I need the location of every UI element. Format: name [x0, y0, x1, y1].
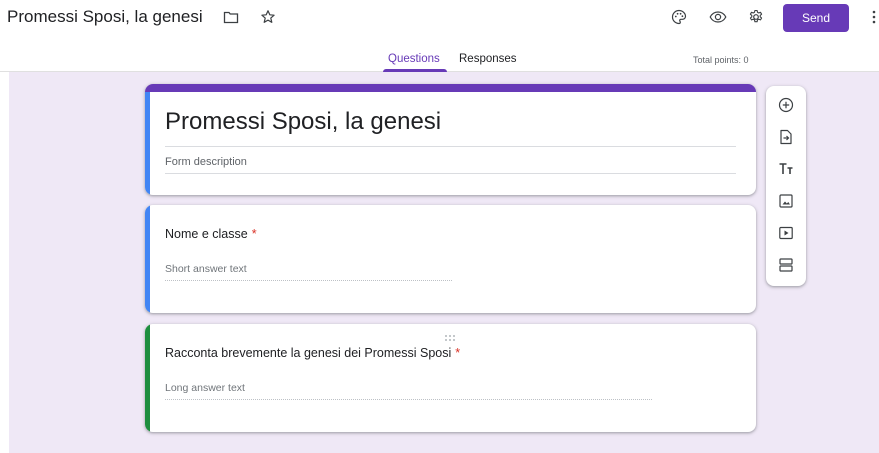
preview-icon[interactable] [708, 7, 728, 27]
total-points: Total points: 0 [693, 55, 749, 65]
card-left-bar [145, 205, 150, 313]
short-answer-hint: Short answer text [165, 263, 247, 275]
question-title: Racconta brevemente la genesi dei Promes… [165, 346, 460, 360]
send-button[interactable]: Send [783, 4, 849, 32]
tab-responses[interactable]: Responses [459, 53, 517, 65]
active-card-left-bar [145, 324, 150, 432]
card-left-bar [145, 92, 150, 195]
question-title: Nome e classe * [165, 227, 257, 241]
add-question-icon[interactable] [776, 95, 796, 115]
description-underline [165, 173, 736, 174]
long-answer-hint: Long answer text [165, 382, 245, 394]
answer-underline [165, 399, 652, 400]
required-asterisk: * [251, 227, 257, 241]
more-vert-icon[interactable] [864, 7, 879, 27]
required-asterisk: * [455, 346, 461, 360]
form-description-field[interactable]: Form description [165, 156, 247, 168]
form-header-card[interactable]: Promessi Sposi, la genesi Form descripti… [145, 84, 756, 195]
add-section-icon[interactable] [776, 255, 796, 275]
add-image-icon[interactable] [776, 191, 796, 211]
title-underline [165, 146, 736, 147]
palette-icon[interactable] [669, 7, 689, 27]
drag-handle-icon[interactable] [443, 329, 457, 341]
question-text: Racconta brevemente la genesi dei Promes… [165, 346, 452, 360]
import-questions-icon[interactable] [776, 127, 796, 147]
form-title[interactable]: Promessi Sposi, la genesi [165, 108, 441, 136]
top-header: Promessi Sposi, la genesi Send [0, 0, 879, 36]
star-icon[interactable] [258, 7, 278, 27]
tabs-bar: Questions Responses Total points: 0 [0, 36, 879, 72]
question-card-active[interactable]: Racconta brevemente la genesi dei Promes… [145, 324, 756, 432]
document-title[interactable]: Promessi Sposi, la genesi [7, 7, 203, 27]
accent-top-bar [145, 84, 756, 92]
answer-underline [165, 280, 452, 281]
side-toolbar [766, 86, 806, 286]
add-title-icon[interactable] [776, 159, 796, 179]
tab-questions[interactable]: Questions [388, 53, 440, 65]
folder-icon[interactable] [221, 7, 241, 27]
question-text: Nome e classe [165, 227, 248, 241]
settings-icon[interactable] [746, 7, 766, 27]
question-card[interactable]: Nome e classe * Short answer text [145, 205, 756, 313]
add-video-icon[interactable] [776, 223, 796, 243]
